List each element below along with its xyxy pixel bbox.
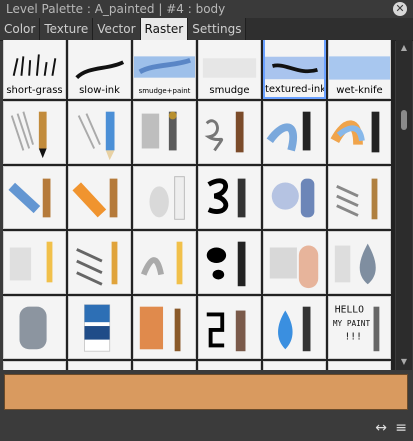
brush-smudge[interactable]: smudge: [198, 40, 261, 99]
brush-spiral-pen[interactable]: [68, 361, 131, 370]
hatch-brush-icon: [76, 241, 118, 286]
hello-text-brush-icon: HELLO MY PAINT !!!: [333, 304, 380, 352]
grey-blob-brush-icon: [19, 306, 47, 350]
brush-orange-smear[interactable]: [133, 296, 196, 359]
brush-scribble[interactable]: [198, 101, 261, 164]
current-color-swatch[interactable]: [4, 374, 408, 410]
pencil-brush-icon: [10, 111, 47, 159]
hello-line-2: MY PAINT: [333, 319, 371, 328]
scroll-up-icon[interactable]: ▲: [396, 42, 412, 54]
brush-grid: short-grass slow-ink smudge+paint smudge: [3, 40, 395, 370]
scroll-thumb[interactable]: [401, 110, 407, 130]
scribble-brush-icon: [204, 111, 244, 153]
grain-brush-icon: [269, 245, 319, 289]
brush-short-grass[interactable]: short-grass: [3, 40, 66, 99]
tab-color[interactable]: Color: [0, 18, 41, 40]
brush-white-drop[interactable]: [133, 166, 196, 229]
tab-vector[interactable]: Vector: [93, 18, 141, 40]
brush-gold-texture[interactable]: [328, 361, 391, 370]
brush-knife-smudge[interactable]: [133, 101, 196, 164]
grey-drop-brush-icon: [334, 243, 376, 285]
brush-blue-paint[interactable]: [3, 166, 66, 229]
brush-pen-nib[interactable]: [263, 361, 326, 370]
brush-label: short-grass: [6, 85, 63, 96]
pen-nib-brush-icon: [264, 362, 325, 370]
pencil-blue-brush-icon: [77, 111, 115, 161]
brush-blue-smear[interactable]: [263, 101, 326, 164]
brush-blue-spray[interactable]: [263, 166, 326, 229]
tab-texture[interactable]: Texture: [40, 18, 94, 40]
brush-grey-drop[interactable]: [328, 231, 391, 294]
hello-line-3: !!!: [344, 332, 361, 343]
menu-icon[interactable]: ≡: [395, 420, 407, 436]
knife-smudge-brush-icon: [141, 111, 177, 151]
white-drop-brush-icon: [149, 176, 185, 220]
brush-blue-drop[interactable]: [263, 296, 326, 359]
brush-light-paint[interactable]: [3, 231, 66, 294]
palette-tabs: Color Texture Vector Raster Settings: [0, 18, 413, 41]
dark-pen-brush-icon: [4, 362, 65, 370]
brush-textured-ink[interactable]: textured-ink: [263, 40, 326, 99]
brush-grey-hatch[interactable]: [328, 166, 391, 229]
hello-line-1: HELLO: [335, 304, 364, 315]
brush-grain[interactable]: [263, 231, 326, 294]
orange-smear-brush-icon: [139, 306, 181, 352]
brush-smudge-paint[interactable]: smudge+paint: [133, 40, 196, 99]
orange-blue-brush-icon: [330, 111, 380, 153]
tab-raster[interactable]: Raster: [140, 18, 189, 40]
brush-label: smudge: [209, 85, 250, 96]
brush-orange-blue[interactable]: [328, 101, 391, 164]
brush-wet[interactable]: [133, 231, 196, 294]
tab-settings[interactable]: Settings: [188, 18, 247, 40]
brush-label: textured-ink: [265, 84, 326, 95]
brush-soft-airbrush[interactable]: [198, 361, 261, 370]
brush-black-blot[interactable]: [198, 231, 261, 294]
brush-scrollbar[interactable]: ▲ ▼: [396, 40, 412, 370]
brush-pencil-blue[interactable]: [68, 101, 131, 164]
brush-label: wet-knife: [336, 85, 383, 96]
brush-eraser[interactable]: [68, 296, 131, 359]
close-icon[interactable]: ✕: [393, 2, 407, 16]
blue-drop-brush-icon: [278, 306, 311, 352]
window-title: Level Palette : A_painted | #4 : body: [6, 2, 226, 16]
blue-smear-brush-icon: [266, 111, 311, 152]
grey-hatch-brush-icon: [336, 178, 378, 220]
spiral-pen-brush-icon: [69, 362, 130, 370]
blue-spray-brush-icon: [271, 178, 315, 218]
palette-footer: ↔ ≡: [0, 414, 413, 441]
swap-icon[interactable]: ↔: [375, 420, 387, 436]
brush-slow-ink[interactable]: slow-ink: [68, 40, 131, 99]
black-swirl-brush-icon: [207, 178, 246, 218]
brush-hatch[interactable]: [68, 231, 131, 294]
brush-pencil[interactable]: [3, 101, 66, 164]
brush-hello-text[interactable]: HELLO MY PAINT !!!: [328, 296, 391, 359]
blue-paint-brush-icon: [8, 178, 51, 218]
brush-square-stroke[interactable]: [198, 296, 261, 359]
gold-texture-brush-icon: [329, 362, 390, 370]
brush-label: smudge+paint: [138, 87, 191, 95]
scroll-down-icon[interactable]: ▼: [396, 356, 412, 368]
title-bar: Level Palette : A_painted | #4 : body ✕: [0, 0, 413, 18]
square-stroke-brush-icon: [206, 310, 246, 352]
eraser-brush-icon: [84, 304, 111, 352]
brush-label: slow-ink: [79, 85, 120, 96]
wet-brush-icon: [140, 241, 183, 285]
brush-grey-blob[interactable]: [3, 296, 66, 359]
zigzag-brush-icon: [134, 362, 195, 370]
brush-zigzag[interactable]: [133, 361, 196, 370]
soft-airbrush-icon: [199, 362, 260, 370]
brush-orange-paint[interactable]: [68, 166, 131, 229]
brush-black-swirl[interactable]: [198, 166, 261, 229]
brush-wet-knife[interactable]: wet-knife: [328, 40, 391, 99]
brush-dark-pen[interactable]: [3, 361, 66, 370]
black-blot-brush-icon: [206, 241, 246, 287]
light-paint-brush-icon: [9, 241, 53, 283]
orange-paint-brush-icon: [72, 178, 118, 218]
